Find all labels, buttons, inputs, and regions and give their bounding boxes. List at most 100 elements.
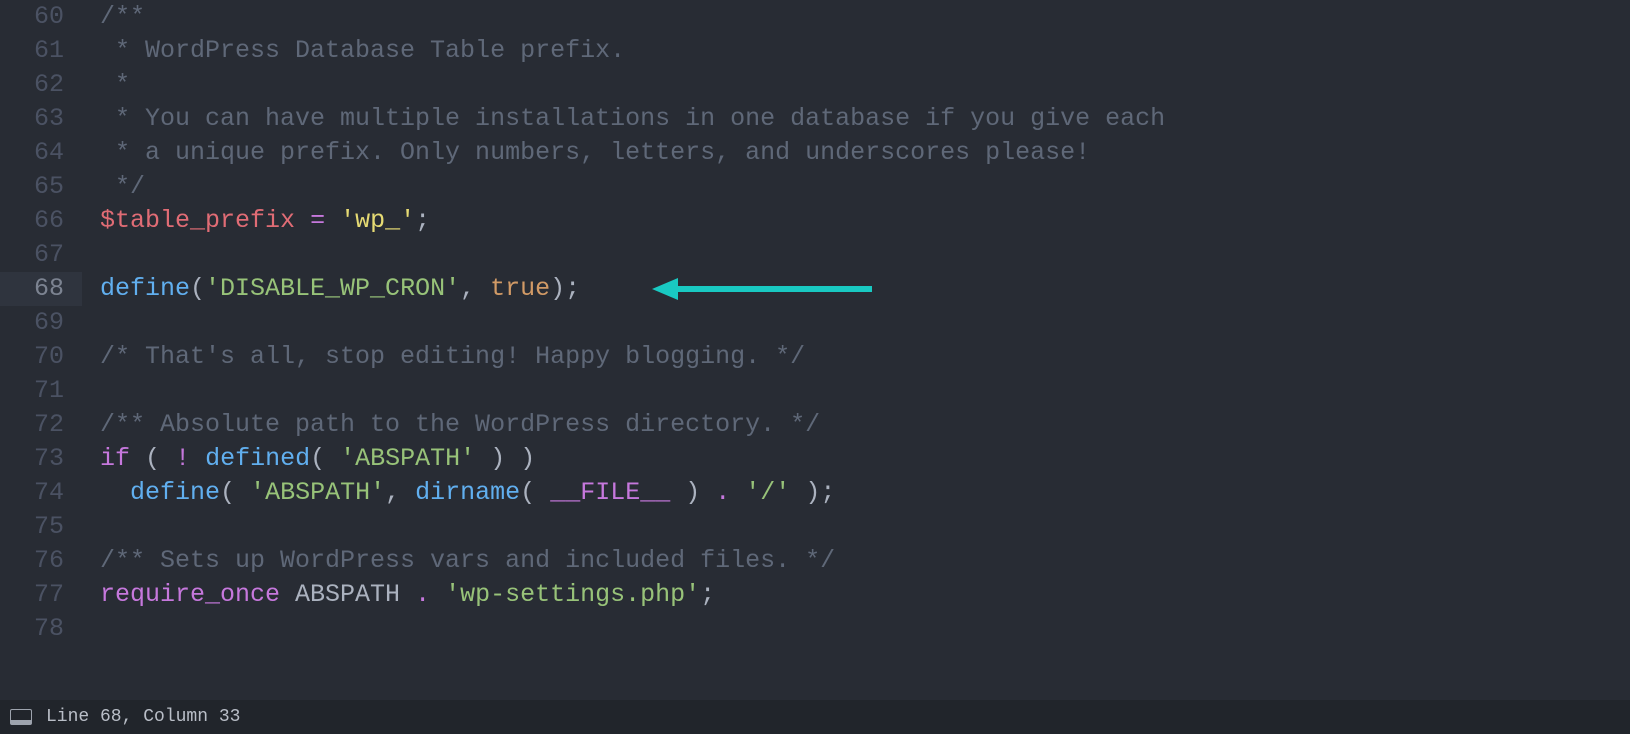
line-content[interactable]: define( 'ABSPATH', dirname( __FILE__ ) .…: [82, 476, 1630, 510]
token: ): [490, 444, 505, 473]
code-line[interactable]: 76 /** Sets up WordPress vars and include…: [0, 544, 1630, 578]
line-content[interactable]: /** Absolute path to the WordPress direc…: [82, 408, 1630, 442]
token: [325, 444, 340, 473]
code-line[interactable]: 65 */: [0, 170, 1630, 204]
token: [400, 580, 415, 609]
line-content[interactable]: * WordPress Database Table prefix.: [82, 34, 1630, 68]
token: [190, 444, 205, 473]
token: [160, 444, 175, 473]
token: *: [100, 70, 130, 99]
panel-icon[interactable]: [10, 709, 32, 725]
token: __FILE__: [550, 478, 670, 507]
line-content[interactable]: * You can have multiple installations in…: [82, 102, 1630, 136]
line-number: 65: [0, 170, 82, 204]
code-line[interactable]: 77require_once ABSPATH . 'wp-settings.ph…: [0, 578, 1630, 612]
token: '/': [745, 478, 790, 507]
token: require_once: [100, 580, 280, 609]
line-content[interactable]: define('DISABLE_WP_CRON', true);: [82, 272, 1630, 306]
token: if: [100, 444, 130, 473]
line-content[interactable]: *: [82, 68, 1630, 102]
code-line[interactable]: 63 * You can have multiple installations…: [0, 102, 1630, 136]
line-content[interactable]: /** Sets up WordPress vars and included …: [82, 544, 1630, 578]
token: .: [415, 580, 430, 609]
token: /**: [100, 2, 145, 31]
token: dirname: [415, 478, 520, 507]
line-number: 70: [0, 340, 82, 374]
token: */: [100, 172, 145, 201]
code-area[interactable]: 60 /** 61 * WordPress Database Table prefi…: [0, 0, 1630, 700]
token: [130, 444, 145, 473]
token: define: [100, 274, 190, 303]
line-number: 61: [0, 34, 82, 68]
line-content[interactable]: if ( ! defined( 'ABSPATH' ) ): [82, 442, 1630, 476]
token: [280, 580, 295, 609]
token: ): [520, 444, 535, 473]
token: defined: [205, 444, 310, 473]
token: /** Absolute path to the WordPress direc…: [100, 410, 820, 439]
line-number: 76: [0, 544, 82, 578]
token: [730, 478, 745, 507]
code-line[interactable]: 68define('DISABLE_WP_CRON', true);: [0, 272, 1630, 306]
code-line[interactable]: 66$table_prefix = 'wp_';: [0, 204, 1630, 238]
token: [325, 206, 340, 235]
line-number: 63: [0, 102, 82, 136]
token: (: [145, 444, 160, 473]
token: $table_prefix: [100, 206, 295, 235]
line-content[interactable]: /* That's all, stop editing! Happy blogg…: [82, 340, 1630, 374]
line-content[interactable]: [82, 612, 1630, 646]
line-number: 69: [0, 306, 82, 340]
code-line[interactable]: 69: [0, 306, 1630, 340]
line-number: 62: [0, 68, 82, 102]
line-number: 60: [0, 0, 82, 34]
code-line[interactable]: 75: [0, 510, 1630, 544]
token: [535, 478, 550, 507]
token: 'ABSPATH': [250, 478, 385, 507]
token: * WordPress Database Table prefix.: [100, 36, 625, 65]
token: [700, 478, 715, 507]
token: !: [175, 444, 190, 473]
code-editor: 60 /** 61 * WordPress Database Table prefi…: [0, 0, 1630, 734]
token: ,: [385, 478, 400, 507]
token: [670, 478, 685, 507]
status-bar: Line 68, Column 33: [0, 700, 1630, 734]
token: [505, 444, 520, 473]
token: define: [130, 478, 220, 507]
code-line[interactable]: 60 /**: [0, 0, 1630, 34]
line-number: 75: [0, 510, 82, 544]
code-line[interactable]: 64 * a unique prefix. Only numbers, lett…: [0, 136, 1630, 170]
token: 'wp_': [340, 206, 415, 235]
code-line[interactable]: 73if ( ! defined( 'ABSPATH' ) ): [0, 442, 1630, 476]
code-line[interactable]: 74 define( 'ABSPATH', dirname( __FILE__ …: [0, 476, 1630, 510]
token: * a unique prefix. Only numbers, letters…: [100, 138, 1090, 167]
line-content[interactable]: * a unique prefix. Only numbers, letters…: [82, 136, 1630, 170]
line-content[interactable]: $table_prefix = 'wp_';: [82, 204, 1630, 238]
code-line[interactable]: 67: [0, 238, 1630, 272]
token: [235, 478, 250, 507]
code-line[interactable]: 78: [0, 612, 1630, 646]
token: 'wp-settings.php': [445, 580, 700, 609]
line-content[interactable]: [82, 306, 1630, 340]
token: ;: [565, 274, 580, 303]
code-line[interactable]: 72/** Absolute path to the WordPress dir…: [0, 408, 1630, 442]
token: [100, 478, 130, 507]
line-content[interactable]: /**: [82, 0, 1630, 34]
token: 'ABSPATH': [340, 444, 475, 473]
line-content[interactable]: [82, 238, 1630, 272]
code-line[interactable]: 71: [0, 374, 1630, 408]
line-number: 67: [0, 238, 82, 272]
line-content[interactable]: require_once ABSPATH . 'wp-settings.php'…: [82, 578, 1630, 612]
line-content[interactable]: [82, 510, 1630, 544]
line-content[interactable]: */: [82, 170, 1630, 204]
token: ;: [700, 580, 715, 609]
code-line[interactable]: 70/* That's all, stop editing! Happy blo…: [0, 340, 1630, 374]
code-line[interactable]: 61 * WordPress Database Table prefix.: [0, 34, 1630, 68]
line-content[interactable]: [82, 374, 1630, 408]
token: (: [220, 478, 235, 507]
token: ,: [460, 274, 475, 303]
line-number: 64: [0, 136, 82, 170]
token: [475, 444, 490, 473]
code-line[interactable]: 62 *: [0, 68, 1630, 102]
token: /** Sets up WordPress vars and included …: [100, 546, 835, 575]
token: ): [805, 478, 820, 507]
token: ABSPATH: [295, 580, 400, 609]
